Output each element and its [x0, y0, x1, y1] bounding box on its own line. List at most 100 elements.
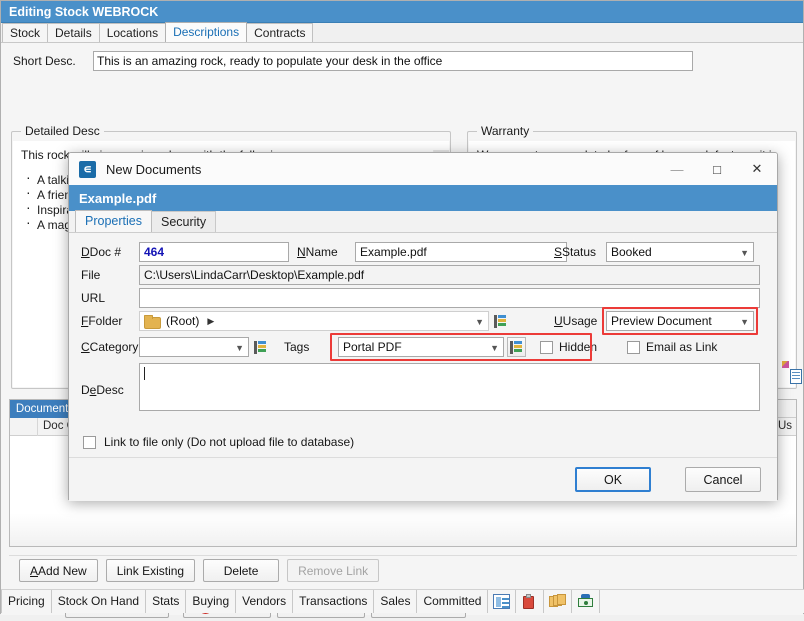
usage-value: Preview Document	[611, 314, 712, 328]
folder-icon	[144, 315, 159, 327]
chevron-down-icon: ▼	[740, 312, 749, 332]
tab-buying[interactable]: Buying	[186, 590, 236, 613]
folder-value: (Root)	[166, 314, 199, 328]
tab-stock[interactable]: Stock	[2, 23, 48, 42]
tab-stats[interactable]: Stats	[146, 590, 186, 613]
tab-security[interactable]: Security	[151, 211, 216, 232]
tab-pricing[interactable]: Pricing	[1, 590, 52, 613]
tab-committed[interactable]: Committed	[417, 590, 488, 613]
hidden-checkbox[interactable]	[540, 341, 553, 354]
file-input[interactable]: C:\Users\LindaCarr\Desktop\Example.pdf	[139, 265, 760, 285]
list-icon	[494, 315, 507, 328]
clipboard-icon	[521, 594, 538, 609]
tab-properties[interactable]: Properties	[75, 210, 152, 232]
link-file-only-checkbox[interactable]	[83, 436, 96, 449]
tab-vendors[interactable]: Vendors	[236, 590, 293, 613]
dialog-cancel-button[interactable]: Cancel	[685, 467, 761, 492]
status-row: SStatus Booked ▼	[554, 242, 754, 262]
status-combo[interactable]: Booked ▼	[606, 242, 754, 262]
add-new-button[interactable]: AAdd New	[19, 559, 98, 582]
tags-label: Tags	[284, 340, 338, 354]
category-row: CCategory ▼ Tags Portal PDF ▼ Hidden Ema…	[81, 337, 717, 357]
email-as-link-checkbox[interactable]	[627, 341, 640, 354]
tab-money[interactable]	[572, 590, 600, 613]
tab-clipboard[interactable]	[516, 590, 544, 613]
folder-combo[interactable]: (Root) ▶ ▼	[139, 311, 489, 331]
email-as-link-label: Email as Link	[646, 340, 717, 354]
short-desc-input[interactable]: This is an amazing rock, ready to popula…	[93, 51, 693, 71]
tab-descriptions[interactable]: Descriptions	[165, 22, 247, 42]
window-title-bar: Editing Stock WEBROCK	[1, 1, 803, 23]
tab-card[interactable]	[488, 590, 516, 613]
window-controls: — □ ✕	[657, 153, 777, 185]
folder-list-button[interactable]	[491, 311, 510, 331]
tab-sales[interactable]: Sales	[374, 590, 417, 613]
detailed-desc-title: Detailed Desc	[21, 124, 104, 138]
minimize-icon[interactable]: —	[657, 153, 697, 185]
tab-stock-on-hand[interactable]: Stock On Hand	[52, 590, 146, 613]
usage-label: UUsage	[554, 314, 606, 328]
list-icon	[254, 341, 267, 354]
dialog-title-bar[interactable]: ∊ New Documents — □ ✕	[69, 153, 777, 185]
remove-link-button: Remove Link	[287, 559, 379, 582]
link-file-only-label: Link to file only (Do not upload file to…	[104, 435, 354, 449]
documents-app-icon: ∊	[79, 161, 96, 178]
file-label: File	[81, 268, 139, 282]
main-tab-strip: Stock Details Locations Descriptions Con…	[1, 23, 803, 43]
card-icon	[493, 594, 510, 609]
folder-row: FFolder (Root) ▶ ▼	[81, 311, 510, 331]
category-combo[interactable]: ▼	[139, 337, 249, 357]
name-row: NName Example.pdf	[297, 242, 567, 262]
dialog-title: New Documents	[106, 162, 201, 177]
delete-button[interactable]: Delete	[203, 559, 279, 582]
bottom-tab-bar: Pricing Stock On Hand Stats Buying Vendo…	[1, 589, 804, 613]
doc-number-label: DDoc #	[81, 245, 139, 259]
doc-number-input[interactable]: 464	[139, 242, 289, 262]
tab-contracts[interactable]: Contracts	[246, 23, 313, 42]
grid-col-select[interactable]	[10, 418, 38, 436]
link-file-only-row[interactable]: Link to file only (Do not upload file to…	[83, 435, 354, 449]
usage-combo[interactable]: Preview Document ▼	[606, 311, 754, 331]
desc-row: DeDesc	[81, 363, 760, 411]
pages-icon	[549, 594, 566, 609]
dialog-banner: Example.pdf	[69, 185, 777, 211]
chevron-down-icon[interactable]: ▼	[475, 312, 484, 332]
chevron-right-icon[interactable]: ▶	[207, 316, 214, 327]
file-row: File C:\Users\LindaCarr\Desktop\Example.…	[81, 265, 760, 285]
url-label: URL	[81, 291, 139, 305]
usage-row: UUsage Preview Document ▼	[554, 311, 754, 331]
tab-transactions[interactable]: Transactions	[293, 590, 374, 613]
name-input[interactable]: Example.pdf	[355, 242, 567, 262]
add-new-label: Add New	[31, 564, 87, 578]
maximize-icon[interactable]: □	[697, 153, 737, 185]
money-icon	[577, 594, 594, 609]
new-documents-dialog: ∊ New Documents — □ ✕ Example.pdf Proper…	[68, 152, 778, 500]
list-icon	[510, 341, 523, 354]
url-input[interactable]	[139, 288, 760, 308]
status-value: Booked	[611, 245, 652, 259]
tags-list-button[interactable]	[507, 337, 526, 357]
name-label: NName	[297, 245, 355, 259]
tab-details[interactable]: Details	[47, 23, 100, 42]
category-label: CCategory	[81, 340, 139, 354]
folder-label: FFolder	[81, 314, 139, 328]
chevron-down-icon: ▼	[235, 338, 244, 358]
desc-label: DeDesc	[81, 363, 139, 397]
tab-pages[interactable]	[544, 590, 572, 613]
hidden-label: Hidden	[559, 340, 597, 354]
chevron-down-icon: ▼	[740, 243, 749, 263]
url-row: URL	[81, 288, 760, 308]
tags-combo[interactable]: Portal PDF ▼	[338, 337, 504, 357]
category-list-button[interactable]	[251, 337, 270, 357]
chevron-down-icon: ▼	[490, 338, 499, 358]
close-icon[interactable]: ✕	[737, 153, 777, 185]
documents-action-row: AAdd New Link Existing Delete Remove Lin…	[9, 555, 797, 585]
tab-locations[interactable]: Locations	[99, 23, 166, 42]
doc-number-row: DDoc # 464	[81, 242, 289, 262]
desc-textarea[interactable]	[139, 363, 760, 411]
ok-button[interactable]: OK	[575, 467, 651, 492]
dialog-tab-strip: Properties Security	[69, 211, 777, 233]
short-desc-row: Short Desc. This is an amazing rock, rea…	[1, 43, 803, 71]
dialog-properties-form: DDoc # 464 NName Example.pdf SStatus Boo…	[69, 233, 777, 501]
link-existing-button[interactable]: Link Existing	[106, 559, 195, 582]
